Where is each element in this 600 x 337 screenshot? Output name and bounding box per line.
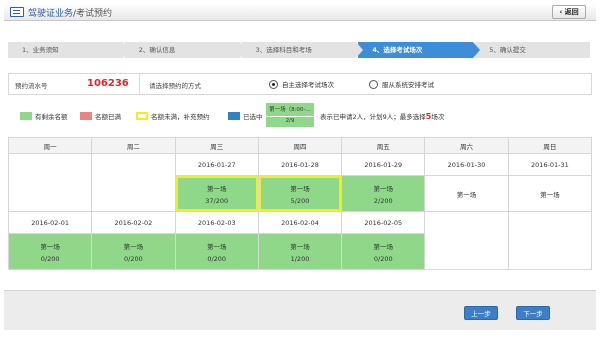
exam-session-slot[interactable]: 第一场 [507,175,593,212]
page-header: 驾驶证业务/考试预约 ‹ 返回 [4,3,596,21]
page-title: 驾驶证业务/考试预约 [28,9,113,19]
footer-bar: 上一步 下一步 [4,290,596,330]
calendar-date: 2016-01-29 [341,153,426,176]
legend-swatch [228,112,240,120]
exam-session-slot[interactable]: 第一场 37/200 [174,175,259,212]
session-name: 第一场 [540,190,560,199]
weekday-header: 周三 [174,137,259,154]
weekday-header: 周六 [424,137,509,154]
serial-number: 106236 [87,78,129,89]
booking-mode-label: 请选择预约的方式 [149,82,201,90]
step-2: 2、确认信息 [124,42,247,58]
exam-calendar: 周一 周二 周三 周四 周五 周六 周日 2016-01-27 2016-01-28 2016-… [7,137,593,270]
session-name: 第一场 [290,184,310,193]
calendar-date: 2016-01-30 [424,153,509,176]
radio-system-assign[interactable]: 服从系统安排考试 [369,79,434,89]
session-name: 第一场 [456,190,477,199]
legend-selected: 已选中 [228,111,263,121]
session-name: 第一场 [373,184,394,193]
calendar-empty-cell [424,211,509,270]
legend-partial: 名额未满，补充预约 [136,111,210,121]
session-name: 第一场 [206,184,227,193]
calendar-date: 2016-02-04 [257,211,343,234]
next-step-button[interactable]: 下一步 [516,306,550,320]
session-name: 第一场 [373,242,394,251]
legend-swatch [80,112,92,120]
session-name: 第一场 [290,242,310,251]
wizard-steps: 1、业务须知 2、确认信息 3、选择科目和考场 4、选择考试场次 5、确认提交 [8,42,592,58]
back-button[interactable]: ‹ 返回 [552,5,586,19]
radio-dot[interactable] [269,79,278,89]
legend-available: 有剩余名额 [20,111,68,121]
session-capacity: 0/200 [124,254,143,263]
session-capacity: 2/200 [373,196,393,205]
calendar-empty-cell [7,153,93,212]
weekday-header: 周五 [341,137,426,154]
legend-full: 名额已满 [80,111,121,121]
exam-session-slot[interactable]: 第一场 1/200 [257,233,343,270]
session-name: 第一场 [206,242,227,251]
calendar-date: 2016-02-03 [174,211,259,234]
weekday-header: 周日 [507,137,593,154]
session-name: 第一场 [123,242,144,251]
step-4: 4、选择考试场次 [358,42,480,58]
exam-session-slot[interactable]: 第一场 2/200 [341,175,426,212]
session-capacity: 0/200 [207,254,227,263]
session-capacity: 37/200 [205,196,229,205]
exam-session-slot[interactable]: 第一场 5/200 [257,175,343,212]
weekday-header: 周一 [7,137,93,154]
session-name: 第一场 [40,242,60,251]
prev-step-button[interactable]: 上一步 [464,306,498,320]
session-capacity: 1/200 [290,254,310,263]
step-1: 1、业务须知 [8,42,130,58]
session-capacity: 0/200 [373,254,393,263]
divider [139,74,140,94]
weekday-header: 周二 [91,137,176,154]
session-capacity: 0/200 [40,254,60,263]
calendar-date: 2016-01-27 [174,153,259,176]
exam-session-slot[interactable]: 第一场 0/200 [341,233,426,270]
weekday-header: 周四 [257,137,343,154]
legend-note: 表示已申请2人，计划9人；最多选择5场次 [320,112,445,121]
radio-dot[interactable] [369,79,378,89]
legend: 有剩余名额 名额已满 名额未满，补充预约 已选中 第一场（8:00-… 2/9 … [8,103,592,127]
exam-session-slot[interactable]: 第一场 0/200 [7,233,93,270]
window-icon [10,7,24,17]
exam-session-slot[interactable]: 第一场 0/200 [91,233,176,270]
exam-session-slot[interactable]: 第一场 [424,175,509,212]
step-3: 3、选择科目和考场 [241,42,364,58]
exam-session-slot[interactable]: 第一场 0/200 [174,233,259,270]
exam-booking-page: 驾驶证业务/考试预约 ‹ 返回 1、业务须知 2、确认信息 3、选择科目和考场 4、选… [0,0,600,337]
serial-label: 预约流水号 [15,82,48,90]
calendar-date: 2016-01-28 [257,153,343,176]
calendar-date: 2016-02-02 [91,211,176,234]
legend-sample-slot: 第一场（8:00-… 2/9 [266,103,314,127]
legend-swatch [20,112,32,120]
calendar-date: 2016-02-05 [341,211,426,234]
booking-info-row: 预约流水号 106236 请选择预约的方式 自主选择考试场次 服从系统安排考试 [8,73,592,95]
back-arrow-icon: ‹ [559,8,563,16]
session-capacity: 5/200 [290,196,310,205]
step-5: 5、确认提交 [475,42,590,58]
calendar-empty-cell [507,211,593,270]
radio-self-select[interactable]: 自主选择考试场次 [269,79,334,89]
calendar-empty-cell [91,153,176,212]
calendar-date: 2016-01-31 [507,153,593,176]
calendar-date: 2016-02-01 [7,211,93,234]
legend-swatch [136,112,148,120]
